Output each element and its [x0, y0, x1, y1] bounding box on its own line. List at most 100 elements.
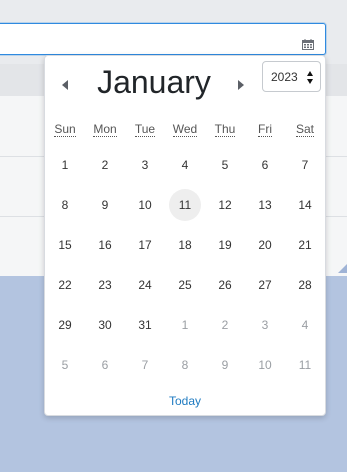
day-number: 29 — [58, 318, 72, 332]
day-number: 9 — [101, 198, 109, 212]
day-grid: 1 2 3 4 5 6 7 8 9 10 11 12 13 14 15 16 17 18 19 20 21 22 23 24 2… — [45, 145, 325, 385]
day-number: 1 — [181, 318, 189, 332]
day-cell[interactable]: 23 — [85, 265, 125, 305]
calendar-icon[interactable] — [302, 37, 314, 50]
weekday-label: Mon — [93, 122, 117, 137]
day-number: 14 — [298, 198, 312, 212]
weekday-label: Fri — [258, 122, 272, 137]
day-number: 13 — [258, 198, 272, 212]
day-cell[interactable]: 20 — [245, 225, 285, 265]
resize-handle[interactable] — [338, 264, 347, 273]
spin-down-icon[interactable] — [307, 79, 313, 84]
day-number: 21 — [298, 238, 312, 252]
day-number: 12 — [218, 198, 232, 212]
datepicker-popup: January 2023 Sun Mon Tue Wed Thu Fri Sat… — [44, 55, 326, 416]
day-number: 15 — [58, 238, 72, 252]
day-cell[interactable]: 26 — [205, 265, 245, 305]
day-cell[interactable]: 1 — [165, 305, 205, 345]
day-number: 7 — [301, 158, 309, 172]
day-number: 26 — [218, 278, 232, 292]
day-cell[interactable]: 4 — [165, 145, 205, 185]
date-input[interactable] — [0, 23, 326, 55]
chevron-right-icon[interactable] — [238, 80, 244, 90]
day-cell[interactable]: 8 — [45, 185, 85, 225]
day-number: 6 — [101, 358, 109, 372]
day-cell[interactable]: 29 — [45, 305, 85, 345]
day-cell[interactable]: 27 — [245, 265, 285, 305]
day-cell[interactable]: 5 — [45, 345, 85, 385]
day-cell[interactable]: 19 — [205, 225, 245, 265]
day-cell[interactable]: 22 — [45, 265, 85, 305]
day-cell[interactable]: 13 — [245, 185, 285, 225]
year-value[interactable]: 2023 — [271, 70, 298, 84]
day-cell[interactable]: 9 — [205, 345, 245, 385]
day-cell[interactable]: 30 — [85, 305, 125, 345]
day-number: 4 — [181, 158, 189, 172]
day-number: 17 — [138, 238, 152, 252]
day-cell[interactable]: 6 — [245, 145, 285, 185]
day-number: 23 — [98, 278, 112, 292]
day-cell[interactable]: 9 — [85, 185, 125, 225]
day-cell[interactable]: 10 — [245, 345, 285, 385]
day-number: 11 — [178, 198, 192, 212]
day-cell[interactable]: 8 — [165, 345, 205, 385]
day-cell[interactable]: 28 — [285, 265, 325, 305]
day-cell[interactable]: 21 — [285, 225, 325, 265]
day-number: 25 — [178, 278, 192, 292]
day-cell[interactable]: 18 — [165, 225, 205, 265]
day-number: 24 — [138, 278, 152, 292]
day-cell[interactable]: 11 — [285, 345, 325, 385]
chevron-left-icon[interactable] — [62, 80, 68, 90]
day-cell[interactable]: 12 — [205, 185, 245, 225]
day-number: 10 — [138, 198, 152, 212]
day-cell[interactable]: 15 — [45, 225, 85, 265]
day-number: 5 — [221, 158, 229, 172]
spin-up-icon[interactable] — [307, 71, 313, 76]
day-cell[interactable]: 1 — [45, 145, 85, 185]
day-number: 8 — [181, 358, 189, 372]
day-cell[interactable]: 24 — [125, 265, 165, 305]
weekday-label: Thu — [214, 122, 236, 137]
day-number: 31 — [138, 318, 152, 332]
year-spinner[interactable]: 2023 — [262, 61, 321, 92]
day-number: 18 — [178, 238, 192, 252]
day-number: 20 — [258, 238, 272, 252]
day-number: 4 — [301, 318, 309, 332]
day-cell[interactable]: 6 — [85, 345, 125, 385]
day-number: 3 — [261, 318, 269, 332]
day-cell[interactable]: 7 — [125, 345, 165, 385]
weekday-label: Tue — [134, 122, 156, 137]
day-number: 2 — [101, 158, 109, 172]
weekday-header: Sun Mon Tue Wed Thu Fri Sat — [45, 120, 325, 138]
day-number: 2 — [221, 318, 229, 332]
day-number: 10 — [258, 358, 272, 372]
weekday-label: Wed — [172, 122, 198, 137]
day-cell[interactable]: 4 — [285, 305, 325, 345]
day-cell[interactable]: 3 — [245, 305, 285, 345]
weekday-label: Sat — [295, 122, 314, 137]
day-cell[interactable]: 2 — [205, 305, 245, 345]
day-cell[interactable]: 7 — [285, 145, 325, 185]
today-button[interactable]: Today — [45, 394, 325, 408]
day-number: 28 — [298, 278, 312, 292]
day-number: 19 — [218, 238, 232, 252]
day-number: 7 — [141, 358, 149, 372]
day-cell[interactable]: 17 — [125, 225, 165, 265]
day-cell[interactable]: 10 — [125, 185, 165, 225]
day-cell[interactable]: 3 — [125, 145, 165, 185]
day-number: 16 — [98, 238, 112, 252]
day-cell[interactable]: 31 — [125, 305, 165, 345]
day-cell[interactable]: 2 — [85, 145, 125, 185]
day-cell[interactable]: 25 — [165, 265, 205, 305]
day-cell[interactable]: 5 — [205, 145, 245, 185]
day-number: 9 — [221, 358, 229, 372]
day-cell-today[interactable]: 11 — [165, 185, 205, 225]
day-number: 3 — [141, 158, 149, 172]
day-number: 22 — [58, 278, 72, 292]
day-number: 8 — [61, 198, 69, 212]
weekday-label: Sun — [54, 122, 76, 137]
day-number: 11 — [298, 358, 312, 372]
day-cell[interactable]: 16 — [85, 225, 125, 265]
day-cell[interactable]: 14 — [285, 185, 325, 225]
day-number: 30 — [98, 318, 112, 332]
